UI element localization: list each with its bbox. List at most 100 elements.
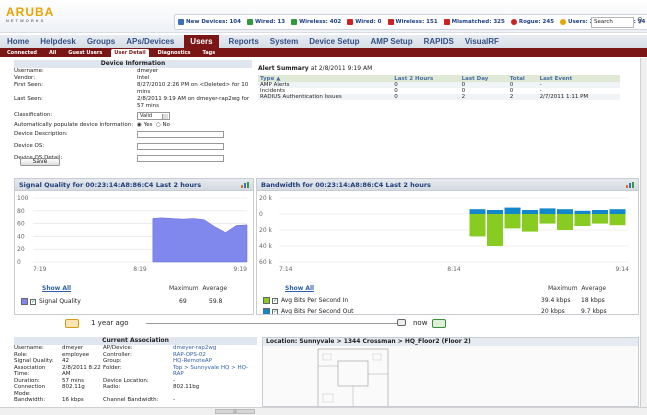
chart-type-icon[interactable] bbox=[626, 182, 634, 188]
bw-in-swatch bbox=[263, 297, 270, 304]
scroll-grip[interactable]: iii bbox=[215, 409, 255, 414]
signal-panel-title: Signal Quality for 00:23:14:A8:86:C4 Las… bbox=[15, 179, 253, 191]
search-icon[interactable]: ⚲ bbox=[637, 16, 643, 25]
signal-max-header: Maximum Average bbox=[169, 285, 228, 292]
folder-link[interactable]: Top > Sunnyvale HQ > HQ-RAP bbox=[173, 365, 257, 378]
subnav-user-detail[interactable]: User Detail bbox=[111, 48, 149, 57]
radio-no[interactable]: ○ No bbox=[156, 122, 170, 128]
col-last-2-hours[interactable]: Last 2 Hours bbox=[392, 75, 460, 82]
bw-out-bar bbox=[609, 209, 626, 214]
signal-quality-panel: Signal Quality for 00:23:14:A8:86:C4 Las… bbox=[14, 178, 254, 315]
stat-new-devices[interactable]: New Devices: 104 bbox=[178, 19, 241, 25]
y-tick-label: 20 k bbox=[259, 195, 273, 202]
stat-wireless[interactable]: Wireless: 402 bbox=[291, 19, 341, 25]
y-tick-label: 80 bbox=[17, 208, 25, 215]
wireless-icon bbox=[291, 19, 298, 25]
os-row: Device OS: bbox=[14, 143, 252, 153]
nav-home[interactable]: Home bbox=[6, 35, 30, 48]
time-slider-thumb[interactable] bbox=[397, 319, 406, 326]
nav-amp-setup[interactable]: AMP Setup bbox=[370, 35, 414, 48]
col-total[interactable]: Total bbox=[507, 75, 538, 82]
subnav-guest-users[interactable]: Guest Users bbox=[65, 49, 105, 57]
stat-wired-down[interactable]: Wired: 0 bbox=[347, 19, 382, 25]
table-row: Bandwidth: 16 kbps Channel Bandwidth: - bbox=[14, 397, 175, 403]
radio-yes[interactable]: ◉ Yes bbox=[137, 122, 152, 128]
col-type[interactable]: Type ▲ bbox=[258, 75, 393, 82]
save-button[interactable]: Save bbox=[20, 158, 60, 166]
nav-visualrf[interactable]: VisualRF bbox=[464, 35, 500, 48]
bw-in-checkbox[interactable] bbox=[272, 297, 278, 304]
signal-checkbox[interactable] bbox=[30, 298, 36, 305]
signal-quality-area bbox=[152, 217, 248, 263]
bw-out-bar bbox=[522, 210, 538, 214]
time-range-bar: 1 year ago now bbox=[14, 316, 639, 331]
bandwidth-show-all-link[interactable]: Show All bbox=[285, 285, 314, 292]
subnav-diagnostics[interactable]: Diagnostics bbox=[155, 49, 194, 57]
alert-table: Type ▲ Last 2 Hours Last Day Total Last … bbox=[258, 75, 620, 100]
wired-down-icon bbox=[347, 19, 354, 25]
vertical-scrollbar[interactable] bbox=[640, 58, 647, 407]
bandwidth-panel: Bandwidth for 00:23:14:A8:86:C4 Last 2 h… bbox=[256, 178, 639, 315]
bandwidth-max-header: Maximum Average bbox=[548, 285, 607, 292]
search-input[interactable]: Search bbox=[591, 17, 634, 28]
nav-device-setup[interactable]: Device Setup bbox=[308, 35, 360, 48]
x-tick-label: 7:19 bbox=[33, 266, 47, 273]
col-last-event[interactable]: Last Event bbox=[537, 75, 620, 82]
time-slider-track[interactable] bbox=[146, 323, 399, 324]
nav-groups[interactable]: Groups bbox=[86, 35, 116, 48]
bw-out-bar bbox=[557, 209, 573, 214]
device-description-input[interactable] bbox=[137, 131, 224, 138]
subnav-connected[interactable]: Connected bbox=[4, 49, 40, 57]
main-nav: Home Helpdesk Groups APs/Devices Users R… bbox=[0, 35, 647, 48]
rogue-icon bbox=[510, 19, 517, 25]
signal-show-all-link[interactable]: Show All bbox=[42, 285, 71, 292]
x-tick-label: 8:19 bbox=[133, 266, 147, 273]
alert-type-link[interactable]: RADIUS Authentication Issues bbox=[258, 94, 393, 100]
bandwidth-panel-title: Bandwidth for 00:23:14:A8:86:C4 Last 2 h… bbox=[257, 179, 638, 191]
device-os-input[interactable] bbox=[137, 143, 224, 150]
signal-swatch bbox=[21, 298, 28, 305]
bw-out-bar bbox=[487, 210, 503, 214]
signal-quality-chart: 100 80 60 40 20 0 7:19 8:19 9:19 bbox=[17, 195, 248, 273]
bandwidth-legend-row: Avg Bits Per Second In 39.4 kbps 18 kbps bbox=[263, 297, 605, 304]
assoc-title: Current Association bbox=[14, 337, 257, 345]
device-os-detail-input[interactable] bbox=[137, 155, 224, 162]
last-seen-link[interactable]: 2/8/2011 9:19 AM on dmeyer-rap2wg for 57… bbox=[137, 96, 252, 110]
classification-row: Classification: Valid bbox=[14, 112, 252, 120]
bw-in-bar bbox=[592, 214, 608, 224]
classification-select[interactable]: Valid bbox=[137, 112, 170, 120]
calendar-icon[interactable] bbox=[65, 319, 79, 328]
nav-system[interactable]: System bbox=[269, 35, 299, 48]
refresh-icon[interactable] bbox=[432, 319, 446, 328]
new-devices-icon bbox=[178, 19, 184, 25]
y-tick-label: 60 k bbox=[259, 259, 273, 266]
chart-type-icon[interactable] bbox=[241, 182, 249, 188]
y-tick-label: 40 bbox=[17, 233, 25, 240]
bw-in-bar bbox=[574, 214, 591, 226]
x-tick-label: 7:14 bbox=[279, 266, 293, 273]
subnav-tags[interactable]: Tags bbox=[200, 49, 219, 57]
nav-helpdesk[interactable]: Helpdesk bbox=[39, 35, 77, 48]
bw-out-checkbox[interactable] bbox=[272, 308, 278, 314]
nav-reports[interactable]: Reports bbox=[228, 35, 260, 48]
stat-wired[interactable]: Wired: 13 bbox=[246, 19, 285, 25]
bw-in-bar bbox=[609, 214, 626, 226]
aruba-logo[interactable]: ARUBA NETWORKS bbox=[6, 5, 54, 23]
nav-users[interactable]: Users bbox=[184, 35, 219, 48]
table-row: Connection Mode: 802.11g Radio: 802.11bg bbox=[14, 384, 200, 397]
stat-rogue[interactable]: Rogue: 245 bbox=[510, 19, 554, 25]
nav-rapids[interactable]: RAPIDS bbox=[423, 35, 455, 48]
stat-mismatched[interactable]: Mismatched: 325 bbox=[443, 19, 505, 25]
subnav-all[interactable]: All bbox=[46, 49, 59, 57]
floor-plan-map[interactable] bbox=[263, 346, 638, 407]
bw-in-bar bbox=[557, 214, 573, 230]
bw-out-swatch bbox=[263, 308, 270, 314]
top-bar: ARUBA NETWORKS New Devices: 104 Wired: 13… bbox=[0, 0, 647, 33]
horizontal-scrollbar[interactable]: iii bbox=[0, 407, 647, 415]
stat-wireless-down[interactable]: Wireless: 151 bbox=[387, 19, 438, 25]
y-tick-label: 100 bbox=[17, 195, 29, 202]
time-start-label: 1 year ago bbox=[91, 319, 129, 327]
desc-row: Device Description: bbox=[14, 131, 252, 141]
nav-aps-devices[interactable]: APs/Devices bbox=[125, 35, 175, 48]
col-last-day[interactable]: Last Day bbox=[459, 75, 508, 82]
